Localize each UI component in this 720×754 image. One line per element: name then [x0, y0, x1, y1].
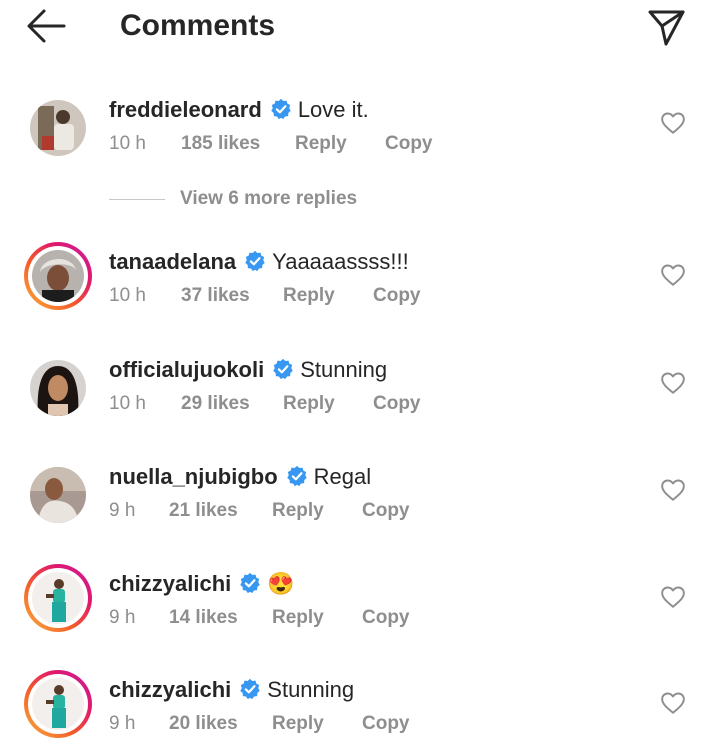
comment-time: 9 h — [109, 713, 136, 734]
heart-icon[interactable] — [660, 370, 686, 396]
reply-button[interactable]: Reply — [272, 606, 362, 630]
copy-button[interactable]: Copy — [362, 606, 410, 630]
comment-username[interactable]: officialujuokoli — [109, 357, 264, 382]
copy-button[interactable]: Copy — [373, 392, 421, 416]
verified-badge-icon — [245, 250, 265, 272]
paper-plane-icon — [648, 10, 685, 46]
comment-item: officialujuokoli Stunning 10 h 29 likes Rep… — [0, 354, 720, 434]
back-button[interactable] — [24, 6, 68, 46]
comment-item: chizzyalichi 😍 9 h 14 likes Reply Copy — [0, 564, 720, 648]
comment-text: Yaaaaassss!!! — [272, 249, 409, 274]
comment-username[interactable]: tanaadelana — [109, 249, 236, 274]
avatar[interactable] — [24, 564, 92, 632]
comment-item: freddieleonard Love it. 10 h 185 likes Repl… — [0, 94, 720, 174]
verified-badge-icon — [286, 465, 307, 487]
view-more-replies-label[interactable]: View 6 more replies — [180, 188, 357, 209]
reply-button[interactable]: Reply — [283, 284, 373, 308]
reply-button[interactable]: Reply — [295, 132, 385, 156]
avatar[interactable] — [24, 94, 92, 162]
verified-badge-icon — [240, 678, 260, 700]
comment-username[interactable]: nuella_njubigbo — [109, 464, 278, 489]
comment-time: 9 h — [109, 500, 136, 521]
avatar[interactable] — [24, 242, 92, 310]
copy-button[interactable]: Copy — [373, 284, 421, 308]
comment-text: Love it. — [297, 97, 369, 122]
comment-time: 10 h — [109, 285, 146, 306]
avatar[interactable] — [24, 461, 92, 529]
divider — [109, 198, 165, 200]
comment-text: Stunning — [300, 357, 388, 382]
comment-item: chizzyalichi Stunning 9 h 20 likes Reply Cop… — [0, 670, 720, 754]
avatar[interactable] — [24, 354, 92, 422]
comment-text: 😍 — [267, 571, 295, 596]
heart-icon[interactable] — [660, 690, 686, 716]
comment-item: tanaadelana Yaaaaassss!!! 10 h 37 likes Rep… — [0, 242, 720, 326]
reply-button[interactable]: Reply — [272, 499, 362, 523]
comment-username[interactable]: chizzyalichi — [109, 571, 231, 596]
copy-button[interactable]: Copy — [362, 712, 410, 736]
likes-count[interactable]: 29 likes — [181, 392, 283, 416]
comment-text: Stunning — [267, 677, 355, 702]
heart-icon[interactable] — [660, 110, 686, 136]
comment-text: Regal — [313, 464, 372, 489]
page-title: Comments — [120, 9, 276, 42]
comment-time: 9 h — [109, 607, 136, 628]
likes-count[interactable]: 14 likes — [169, 606, 272, 630]
verified-badge-icon — [240, 572, 260, 594]
copy-button[interactable]: Copy — [385, 132, 433, 156]
verified-badge-icon — [273, 358, 293, 380]
comment-username[interactable]: freddieleonard — [109, 97, 262, 122]
likes-count[interactable]: 20 likes — [169, 712, 272, 736]
likes-count[interactable]: 37 likes — [181, 284, 283, 308]
view-more-replies[interactable]: View 6 more replies — [109, 188, 357, 214]
likes-count[interactable]: 21 likes — [169, 499, 272, 523]
share-button[interactable] — [644, 4, 688, 48]
heart-icon[interactable] — [660, 584, 686, 610]
comment-time: 10 h — [109, 133, 146, 154]
heart-icon[interactable] — [660, 262, 686, 288]
likes-count[interactable]: 185 likes — [181, 132, 295, 156]
reply-button[interactable]: Reply — [283, 392, 373, 416]
comment-username[interactable]: chizzyalichi — [109, 677, 231, 702]
reply-button[interactable]: Reply — [272, 712, 362, 736]
header-bar: Comments — [0, 0, 720, 56]
arrow-left-icon — [27, 9, 66, 43]
verified-badge-icon — [271, 98, 291, 120]
avatar[interactable] — [24, 670, 92, 738]
comment-time: 10 h — [109, 393, 146, 414]
copy-button[interactable]: Copy — [362, 499, 410, 523]
comment-item: nuella_njubigbo Regal 9 h 21 likes Reply Cop… — [0, 461, 720, 541]
heart-icon[interactable] — [660, 477, 686, 503]
